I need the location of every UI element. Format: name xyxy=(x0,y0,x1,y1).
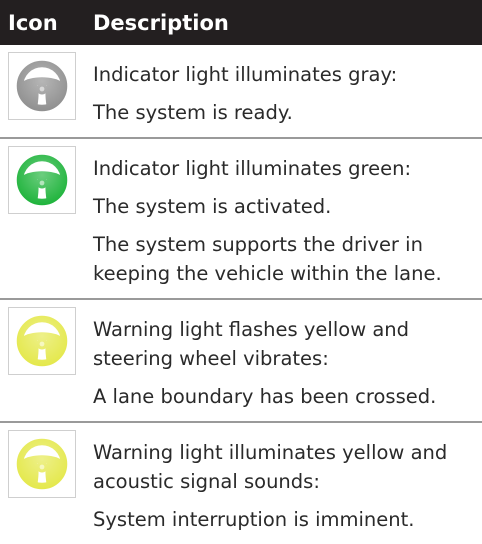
description-line: A lane boundary has been crossed. xyxy=(93,385,437,408)
description-line: Warning light flashes yellow and xyxy=(93,318,410,341)
table-row: Indicator light illuminates green: The s… xyxy=(0,137,482,299)
description-line: System interruption is imminent. xyxy=(93,508,415,531)
indicator-legend-table: Icon Description Indicator light illumin… xyxy=(0,0,482,544)
description-line: acoustic signal sounds: xyxy=(93,470,320,493)
description-line: Indicator light illuminates gray: xyxy=(93,63,398,86)
table-row: Warning light flashes yellow and steerin… xyxy=(0,298,482,422)
steering-wheel-icon xyxy=(8,52,76,120)
description-line: keeping the vehicle within the lane. xyxy=(93,262,442,285)
steering-wheel-icon xyxy=(8,430,76,498)
description-line: The system is ready. xyxy=(93,101,293,124)
description-line: The system is activated. xyxy=(93,195,332,218)
header-description: Description xyxy=(86,0,482,45)
steering-wheel-icon xyxy=(8,146,76,214)
description-cell: Warning light flashes yellow and steerin… xyxy=(86,298,482,422)
table-row: Indicator light illuminates gray: The sy… xyxy=(0,45,482,138)
header-icon: Icon xyxy=(0,0,86,45)
table-header: Icon Description xyxy=(0,0,482,45)
description-cell: Indicator light illuminates green: The s… xyxy=(86,137,482,299)
description-cell: Indicator light illuminates gray: The sy… xyxy=(86,45,482,138)
description-line: The system supports the driver in xyxy=(93,233,423,256)
description-line: steering wheel vibrates: xyxy=(93,347,329,370)
description-cell: Warning light illuminates yellow and aco… xyxy=(86,421,482,544)
description-line: Warning light illuminates yellow and xyxy=(93,441,448,464)
table-row: Warning light illuminates yellow and aco… xyxy=(0,421,482,544)
steering-wheel-icon xyxy=(8,307,76,375)
description-line: Indicator light illuminates green: xyxy=(93,157,412,180)
